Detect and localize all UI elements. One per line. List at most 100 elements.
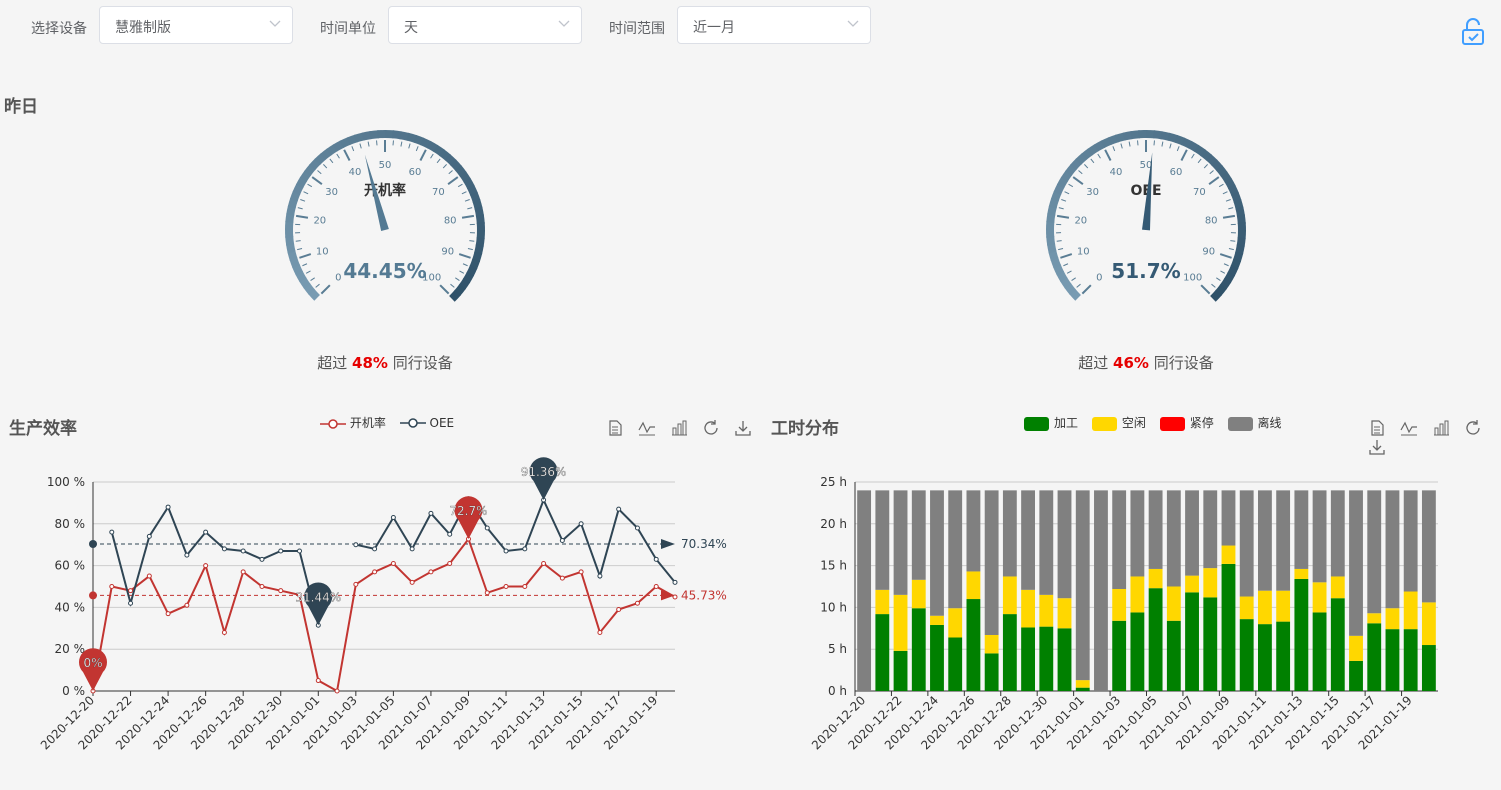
bar-segment <box>1367 613 1382 624</box>
gauge-tick <box>1228 248 1234 251</box>
data-point <box>634 525 640 531</box>
gauge-tick <box>1223 263 1229 267</box>
bar-segment <box>1294 568 1309 579</box>
bar-segment <box>948 608 963 638</box>
gauge-tick <box>1066 270 1072 274</box>
data-point <box>390 561 396 567</box>
gauge-arc-segment <box>1210 289 1223 302</box>
bar-segment <box>1330 576 1345 599</box>
legend-item-uptime[interactable]: 开机率 <box>320 414 386 431</box>
restore-icon[interactable] <box>1464 419 1482 437</box>
bar-segment <box>893 594 908 651</box>
data-point <box>616 606 622 612</box>
gauge-uptime: 0102030405060708090100开机率44.45% <box>285 130 485 302</box>
data-point <box>597 573 603 579</box>
bar-segment <box>1148 568 1163 589</box>
range-select-value: 近一月 <box>693 20 735 36</box>
bar-segment <box>1166 620 1181 691</box>
data-point <box>165 504 171 510</box>
bar-segment <box>1221 490 1236 546</box>
restore-icon[interactable] <box>702 419 720 437</box>
data-point <box>259 584 265 589</box>
bar-segment <box>966 571 981 600</box>
mark-point-label: 91.36% <box>521 465 567 479</box>
unit-select[interactable]: 天 <box>388 6 582 44</box>
data-point <box>559 538 565 544</box>
bar-segment <box>1057 598 1072 629</box>
bar-segment <box>1385 490 1400 609</box>
data-point <box>334 688 340 694</box>
line-chart-icon[interactable] <box>638 419 656 437</box>
data-point <box>522 546 528 552</box>
gauge-tick <box>297 248 303 251</box>
gauge-tick-label: 10 <box>1077 246 1090 257</box>
bar-segment <box>948 490 963 609</box>
efficiency-title: 生产效率 <box>9 419 77 439</box>
bar-segment <box>875 490 890 590</box>
data-point <box>578 569 584 575</box>
series-line <box>92 536 676 693</box>
bar-segment <box>1203 597 1218 691</box>
bar-segment <box>966 490 981 572</box>
bar-segment <box>1057 628 1072 691</box>
legend-label: 空闲 <box>1121 416 1146 430</box>
data-view-icon[interactable] <box>1368 419 1386 437</box>
lock-open-icon[interactable] <box>1460 18 1486 46</box>
gauge-value: 44.45% <box>343 259 426 283</box>
gauge-tick-label: 80 <box>444 216 457 227</box>
legend-item-idle[interactable]: 空闲 <box>1091 414 1146 431</box>
data-point <box>128 600 134 606</box>
data-point <box>353 581 359 587</box>
bar-chart-icon[interactable] <box>1432 419 1450 437</box>
efficiency-toolbox <box>597 417 752 437</box>
bar-segment <box>1385 629 1400 691</box>
legend-line-icon <box>320 418 346 429</box>
mark-point-label: 0% <box>83 656 102 670</box>
data-point <box>616 506 622 512</box>
gauge-tick <box>1058 207 1064 210</box>
exceed-suffix: 同行设备 <box>1148 354 1214 372</box>
data-point <box>447 531 453 537</box>
bar-segment <box>1039 594 1054 627</box>
legend-item-emergency-stop[interactable]: 紧停 <box>1159 414 1214 431</box>
legend-item-processing[interactable]: 加工 <box>1024 414 1078 431</box>
device-select[interactable]: 慧雅制版 <box>99 6 293 44</box>
data-point <box>559 575 565 581</box>
gauge-tick <box>1222 214 1236 219</box>
legend-item-oee[interactable]: OEE <box>399 416 454 430</box>
line-chart-icon[interactable] <box>1400 419 1418 437</box>
gauge-tick <box>329 158 334 164</box>
gauge-tick-label: 100 <box>1183 273 1202 284</box>
bar-chart-icon[interactable] <box>670 419 688 437</box>
gauge-tick <box>315 283 320 288</box>
chevron-down-icon <box>847 20 859 27</box>
mark-line-label: 70.34% <box>681 537 727 551</box>
bar-segment <box>1094 490 1108 691</box>
gauge-tick <box>1208 176 1220 185</box>
device-select-value: 慧雅制版 <box>115 20 171 36</box>
gauge-tick <box>408 143 411 149</box>
gauge-tick-label: 90 <box>1202 246 1215 257</box>
gauge-tick <box>300 199 306 202</box>
bar-segment <box>1421 490 1436 603</box>
y-tick-label: 20 h <box>820 517 847 531</box>
data-point <box>278 588 284 594</box>
bar-segment <box>1203 490 1218 569</box>
range-select[interactable]: 近一月 <box>677 6 871 44</box>
gauge-tick <box>1072 176 1084 185</box>
bar-segment <box>1039 490 1054 595</box>
gauge-tick <box>1128 141 1131 147</box>
bar-segment <box>1294 578 1309 691</box>
gauge-tick-label: 10 <box>316 246 329 257</box>
legend-item-offline[interactable]: 离线 <box>1227 414 1282 431</box>
bar-segment <box>1203 568 1218 598</box>
gauge-tick <box>1180 149 1188 161</box>
bar-segment <box>875 589 890 615</box>
data-point <box>278 548 284 554</box>
download-icon[interactable] <box>734 419 752 437</box>
gauge-tick <box>1218 183 1224 188</box>
bar-segment <box>1021 627 1036 691</box>
data-point <box>184 552 190 558</box>
data-view-icon[interactable] <box>606 419 624 437</box>
bar-segment <box>1312 582 1327 613</box>
